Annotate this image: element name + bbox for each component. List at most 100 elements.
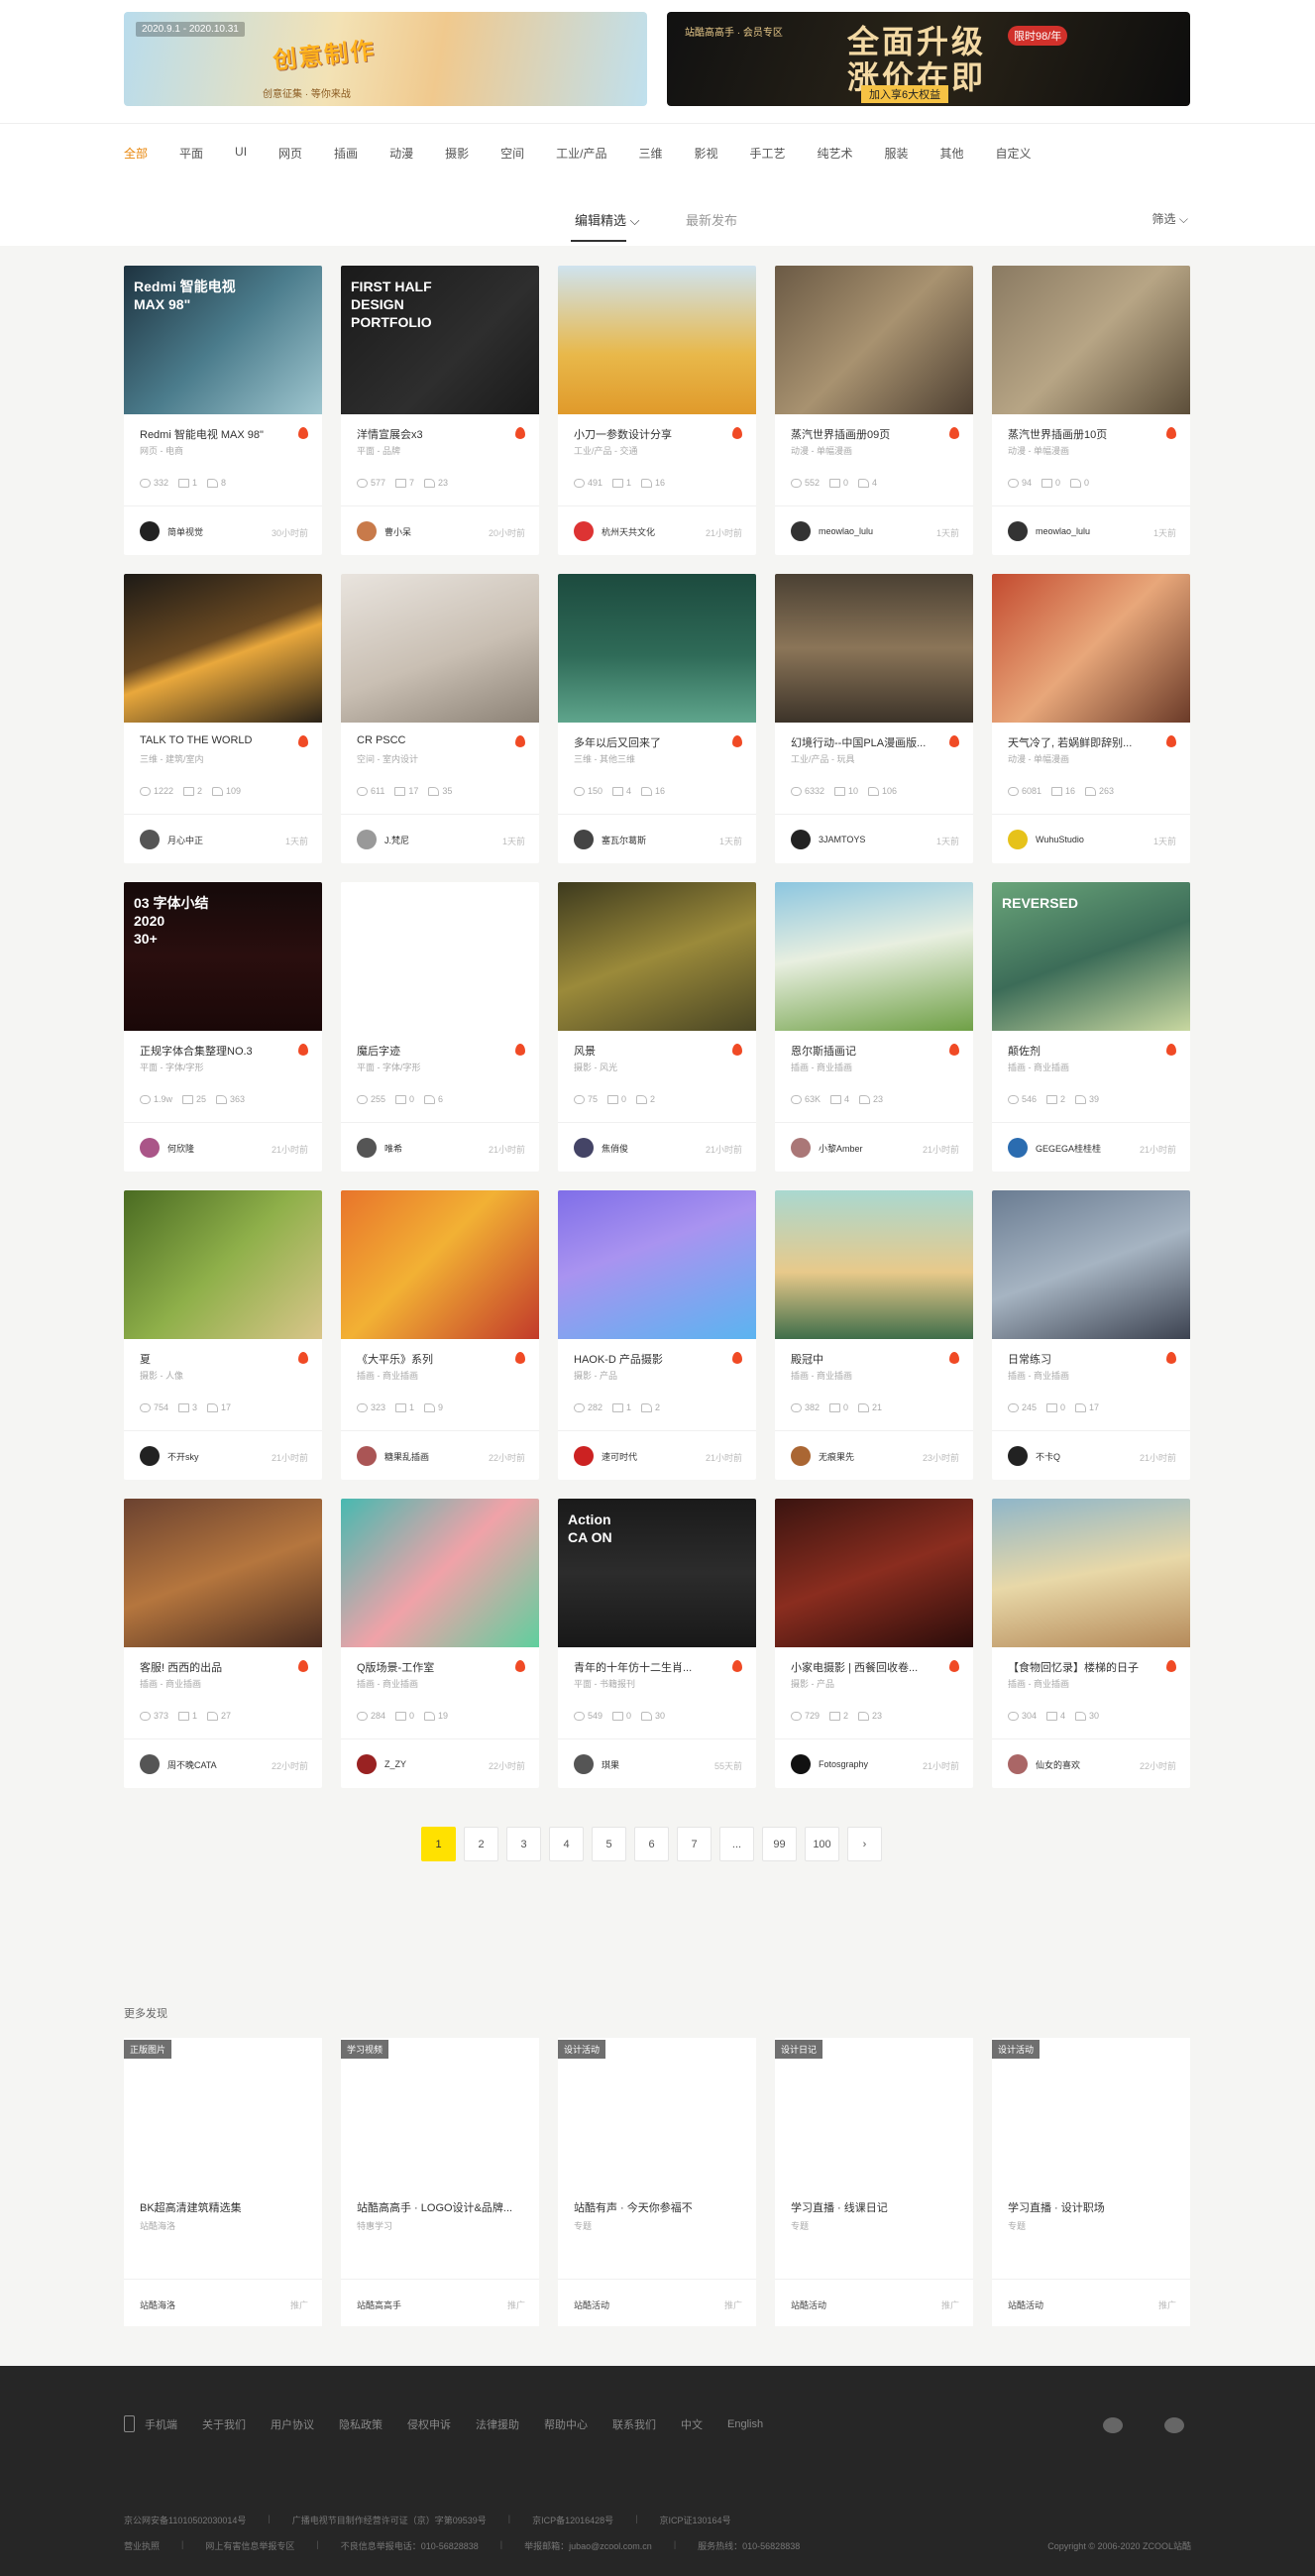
avatar[interactable]	[574, 521, 594, 541]
work-card[interactable]: FIRST HALF DESIGN PORTFOLIO 洋情宣展会x3 平面 - 品…	[341, 266, 539, 555]
discover-title[interactable]: BK超高清建筑精选集	[140, 2199, 308, 2215]
work-title[interactable]: 小家电摄影 | 西餐回收卷...	[791, 1659, 939, 1675]
author-info[interactable]: meowlao_lulu	[791, 521, 873, 541]
work-title[interactable]: 蒸汽世界插画册10页	[1008, 426, 1156, 442]
work-title[interactable]: 《大平乐》系列	[357, 1351, 505, 1367]
work-thumbnail[interactable]	[124, 574, 322, 723]
avatar[interactable]	[357, 1446, 377, 1466]
author-name[interactable]: Fotosgraphy	[819, 1759, 868, 1769]
footer-link[interactable]: 帮助中心	[544, 2416, 588, 2432]
category-item[interactable]: 插画	[334, 145, 358, 162]
work-thumbnail[interactable]	[341, 882, 539, 1031]
page-button[interactable]: 1	[421, 1827, 456, 1861]
work-thumbnail[interactable]: Redmi 智能电视 MAX 98"	[124, 266, 322, 414]
avatar[interactable]	[140, 830, 160, 849]
work-title[interactable]: 【食物回忆录】楼梯的日子	[1008, 1659, 1156, 1675]
author-name[interactable]: 仙女的喜欢	[1036, 1758, 1080, 1771]
work-thumbnail[interactable]	[775, 266, 973, 414]
footer-info[interactable]: 京ICP备12016428号	[532, 2514, 613, 2526]
category-item[interactable]: 手工艺	[749, 145, 785, 162]
author-info[interactable]: 焦俏俊	[574, 1138, 628, 1158]
footer-link[interactable]: 法律援助	[476, 2416, 519, 2432]
category-item[interactable]: 工业/产品	[556, 145, 606, 162]
footer-info[interactable]: 京公网安备11010502030014号	[124, 2514, 246, 2526]
work-thumbnail[interactable]	[992, 1499, 1190, 1647]
promo-banner-left[interactable]: 2020.9.1 - 2020.10.31 创意制作 创意征集 · 等你来战	[124, 12, 647, 106]
avatar[interactable]	[140, 1754, 160, 1774]
work-thumbnail[interactable]	[341, 1190, 539, 1339]
category-item[interactable]: 平面	[179, 145, 203, 162]
discover-title[interactable]: 站酷高高手 · LOGO设计&品牌...	[357, 2199, 525, 2215]
work-title[interactable]: CR PSCC	[357, 734, 505, 746]
work-card[interactable]: 日常练习 插画 - 商业插画 245 0 17 不卡Q 21小时前	[992, 1190, 1190, 1480]
avatar[interactable]	[1008, 1446, 1028, 1466]
work-title[interactable]: 青年的十年仿十二生肖...	[574, 1659, 722, 1675]
category-item[interactable]: 空间	[500, 145, 524, 162]
author-info[interactable]: 杭州天共文化	[574, 521, 655, 541]
footer-link[interactable]: English	[727, 2418, 763, 2430]
work-title[interactable]: 恩尔斯插画记	[791, 1043, 939, 1059]
avatar[interactable]	[357, 521, 377, 541]
page-button[interactable]: 5	[592, 1827, 626, 1861]
work-card[interactable]: TALK TO THE WORLD 三维 - 建筑/室内 1222 2 109 月心中正 1…	[124, 574, 322, 863]
author-info[interactable]: 月心中正	[140, 830, 203, 849]
work-title[interactable]: 幻境行动--中国PLA漫画版...	[791, 734, 939, 750]
work-thumbnail[interactable]	[558, 882, 756, 1031]
author-name[interactable]: meowlao_lulu	[1036, 526, 1090, 536]
footer-link[interactable]: 侵权申诉	[407, 2416, 451, 2432]
avatar[interactable]	[1008, 521, 1028, 541]
page-button[interactable]: ...	[719, 1827, 754, 1861]
work-thumbnail[interactable]: REVERSED	[992, 882, 1190, 1031]
author-name[interactable]: Z_ZY	[384, 1759, 406, 1769]
page-button[interactable]: 7	[677, 1827, 712, 1861]
work-thumbnail[interactable]	[992, 574, 1190, 723]
work-thumbnail[interactable]	[775, 574, 973, 723]
promo-banner-right[interactable]: 站酷高高手 · 会员专区 全面升级 涨价在即 限时98/年 加入享6大权益	[667, 12, 1190, 106]
discover-source[interactable]: 站酷活动	[1008, 2298, 1043, 2311]
work-thumbnail[interactable]	[775, 1499, 973, 1647]
avatar[interactable]	[574, 1446, 594, 1466]
discover-title[interactable]: 站酷有声 · 今天你参福不	[574, 2199, 742, 2215]
category-item[interactable]: 三维	[638, 145, 662, 162]
author-name[interactable]: 月心中正	[167, 834, 203, 846]
work-card[interactable]: 幻境行动--中国PLA漫画版... 工业/产品 - 玩具 6332 10 106 3JAM…	[775, 574, 973, 863]
work-thumbnail[interactable]	[558, 574, 756, 723]
author-name[interactable]: 何欣隆	[167, 1142, 194, 1155]
discover-card[interactable]: 学习视频 站酷高高手 · LOGO设计&品牌... 特惠学习 站酷高高手 推广	[341, 2038, 539, 2326]
tab-latest[interactable]: 最新发布	[686, 210, 737, 229]
work-card[interactable]: HAOK-D 产品摄影 摄影 - 产品 282 1 2 速可时代 21小时前	[558, 1190, 756, 1480]
category-item[interactable]: 动漫	[389, 145, 413, 162]
filter-button[interactable]: 筛选 ⌵	[1152, 210, 1188, 227]
avatar[interactable]	[357, 1754, 377, 1774]
avatar[interactable]	[1008, 1138, 1028, 1158]
category-item[interactable]: 全部	[124, 145, 148, 162]
footer-link[interactable]: 手机端	[145, 2416, 177, 2432]
author-name[interactable]: 3JAMTOYS	[819, 835, 865, 844]
author-info[interactable]: 何欣隆	[140, 1138, 194, 1158]
work-card[interactable]: Redmi 智能电视 MAX 98" Redmi 智能电视 MAX 98" 网页 -…	[124, 266, 322, 555]
work-thumbnail[interactable]	[775, 1190, 973, 1339]
work-title[interactable]: 多年以后又回来了	[574, 734, 722, 750]
discover-title[interactable]: 学习直播 · 设计职场	[1008, 2199, 1176, 2215]
discover-source[interactable]: 站酷活动	[791, 2298, 826, 2311]
avatar[interactable]	[357, 1138, 377, 1158]
author-info[interactable]: Fotosgraphy	[791, 1754, 868, 1774]
author-name[interactable]: WuhuStudio	[1036, 835, 1084, 844]
avatar[interactable]	[140, 1446, 160, 1466]
author-name[interactable]: 无痕果先	[819, 1450, 854, 1463]
work-title[interactable]: Q版场景-工作室	[357, 1659, 505, 1675]
author-name[interactable]: 糖果乱插画	[384, 1450, 429, 1463]
page-button[interactable]: 100	[805, 1827, 839, 1861]
work-thumbnail[interactable]	[341, 574, 539, 723]
work-thumbnail[interactable]	[124, 1190, 322, 1339]
work-thumbnail[interactable]: FIRST HALF DESIGN PORTFOLIO	[341, 266, 539, 414]
category-item[interactable]: 影视	[694, 145, 717, 162]
avatar[interactable]	[791, 830, 811, 849]
work-thumbnail[interactable]	[341, 1499, 539, 1647]
avatar[interactable]	[574, 830, 594, 849]
category-item[interactable]: 网页	[278, 145, 302, 162]
work-title[interactable]: 天气冷了, 若娲鲜即辞别...	[1008, 734, 1156, 750]
work-thumbnail[interactable]	[992, 1190, 1190, 1339]
work-card[interactable]: 风景 摄影 - 风光 75 0 2 焦俏俊 21小时前	[558, 882, 756, 1172]
author-info[interactable]: WuhuStudio	[1008, 830, 1084, 849]
